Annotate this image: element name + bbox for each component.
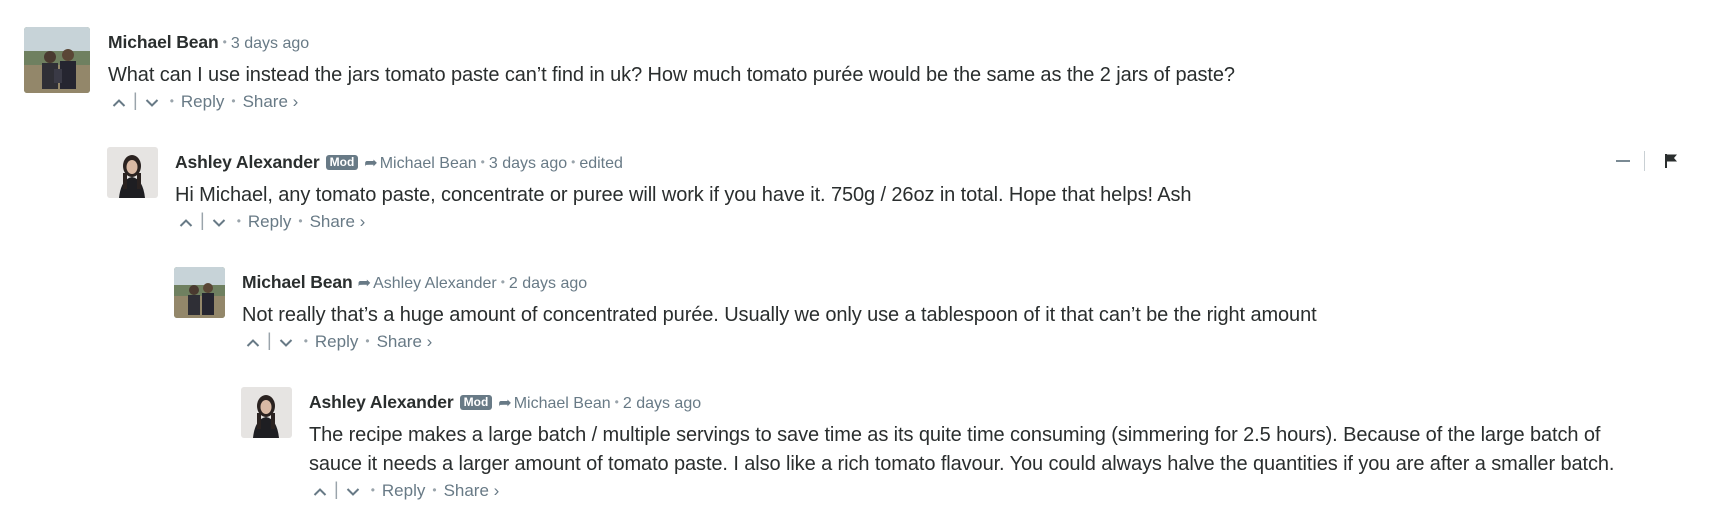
edited-label: edited xyxy=(579,155,623,172)
reply-button[interactable]: Reply xyxy=(248,212,291,231)
mod-badge: Mod xyxy=(325,155,359,170)
chevron-up-icon xyxy=(112,98,126,107)
in-reply-to-link[interactable]: Michael Bean xyxy=(380,155,477,172)
reply-arrow-icon: ➦ xyxy=(357,275,372,292)
in-reply-to-link[interactable]: Ashley Alexander xyxy=(373,275,497,292)
comment: Ashley Alexander Mod ➦ Michael Bean • 2 days … xyxy=(241,387,1721,507)
timestamp[interactable]: 3 days ago xyxy=(231,35,309,52)
downvote-button[interactable] xyxy=(141,91,163,113)
chevron-down-icon xyxy=(346,487,359,496)
minus-icon[interactable] xyxy=(1616,160,1630,163)
avatar[interactable] xyxy=(24,27,90,93)
in-reply-to-link[interactable]: Michael Bean xyxy=(514,395,611,412)
comment-controls xyxy=(1616,150,1678,172)
comment-text: The recipe makes a large batch / multipl… xyxy=(309,421,1614,479)
share-button[interactable]: Share › xyxy=(243,92,299,111)
comment-actions: | • Reply • Share › xyxy=(242,330,432,354)
flag-icon[interactable] xyxy=(1659,150,1678,170)
comment-header: Ashley Alexander Mod ➦ Michael Bean • 3 days … xyxy=(175,152,623,172)
comment: Michael Bean • 3 days ago What can I use i… xyxy=(24,27,1704,117)
reply-button[interactable]: Reply xyxy=(315,332,358,351)
upvote-button[interactable] xyxy=(309,480,331,502)
comment-header: Michael Bean • 3 days ago xyxy=(108,32,310,52)
chevron-up-icon xyxy=(246,338,260,347)
comment-text: Hi Michael, any tomato paste, concentrat… xyxy=(175,184,1192,206)
chevron-up-icon xyxy=(313,487,327,496)
downvote-button[interactable] xyxy=(208,211,230,233)
reply-arrow-icon: ➦ xyxy=(364,155,378,172)
upvote-button[interactable] xyxy=(108,91,130,113)
comment-header: Michael Bean ➦ Ashley Alexander • 2 days ago xyxy=(242,272,588,292)
comment-text-line: The recipe makes a large batch / multipl… xyxy=(309,424,1601,446)
comment-text-line: sauce it needs a larger amount of tomato… xyxy=(309,453,1615,475)
comment: Ashley Alexander Mod ➦ Michael Bean • 3 days … xyxy=(107,147,1704,237)
comment-text: Not really that’s a huge amount of conce… xyxy=(242,304,1317,326)
reply-arrow-icon: ➦ xyxy=(498,395,512,412)
comment-thread: Michael Bean • 3 days ago What can I use i… xyxy=(0,0,1728,530)
reply-button[interactable]: Reply xyxy=(382,481,425,500)
upvote-button[interactable] xyxy=(175,211,197,233)
chevron-down-icon xyxy=(212,218,225,227)
timestamp[interactable]: 2 days ago xyxy=(509,275,587,292)
author-name[interactable]: Michael Bean xyxy=(242,272,353,292)
share-button[interactable]: Share › xyxy=(310,212,366,231)
downvote-button[interactable] xyxy=(275,331,297,353)
chevron-down-icon xyxy=(145,98,158,107)
share-button[interactable]: Share › xyxy=(444,481,500,500)
author-name[interactable]: Ashley Alexander xyxy=(309,392,454,412)
share-button[interactable]: Share › xyxy=(377,332,433,351)
comment-header: Ashley Alexander Mod ➦ Michael Bean • 2 days … xyxy=(309,392,702,412)
avatar[interactable] xyxy=(174,267,225,318)
chevron-down-icon xyxy=(279,338,292,347)
reply-button[interactable]: Reply xyxy=(181,92,224,111)
downvote-button[interactable] xyxy=(342,480,364,502)
comment-actions: | • Reply • Share › xyxy=(108,90,298,114)
timestamp[interactable]: 3 days ago xyxy=(489,155,567,172)
chevron-up-icon xyxy=(179,218,193,227)
avatar[interactable] xyxy=(241,387,292,438)
comment-actions: | • Reply • Share › xyxy=(309,479,499,503)
comment: Michael Bean ➦ Ashley Alexander • 2 days ago… xyxy=(174,267,1704,357)
comment-text: What can I use instead the jars tomato p… xyxy=(108,64,1235,86)
author-name[interactable]: Ashley Alexander xyxy=(175,152,320,172)
upvote-button[interactable] xyxy=(242,331,264,353)
mod-badge: Mod xyxy=(459,395,493,410)
comment-actions: | • Reply • Share › xyxy=(175,210,365,234)
timestamp[interactable]: 2 days ago xyxy=(623,395,701,412)
author-name[interactable]: Michael Bean xyxy=(108,32,219,52)
avatar[interactable] xyxy=(107,147,158,198)
